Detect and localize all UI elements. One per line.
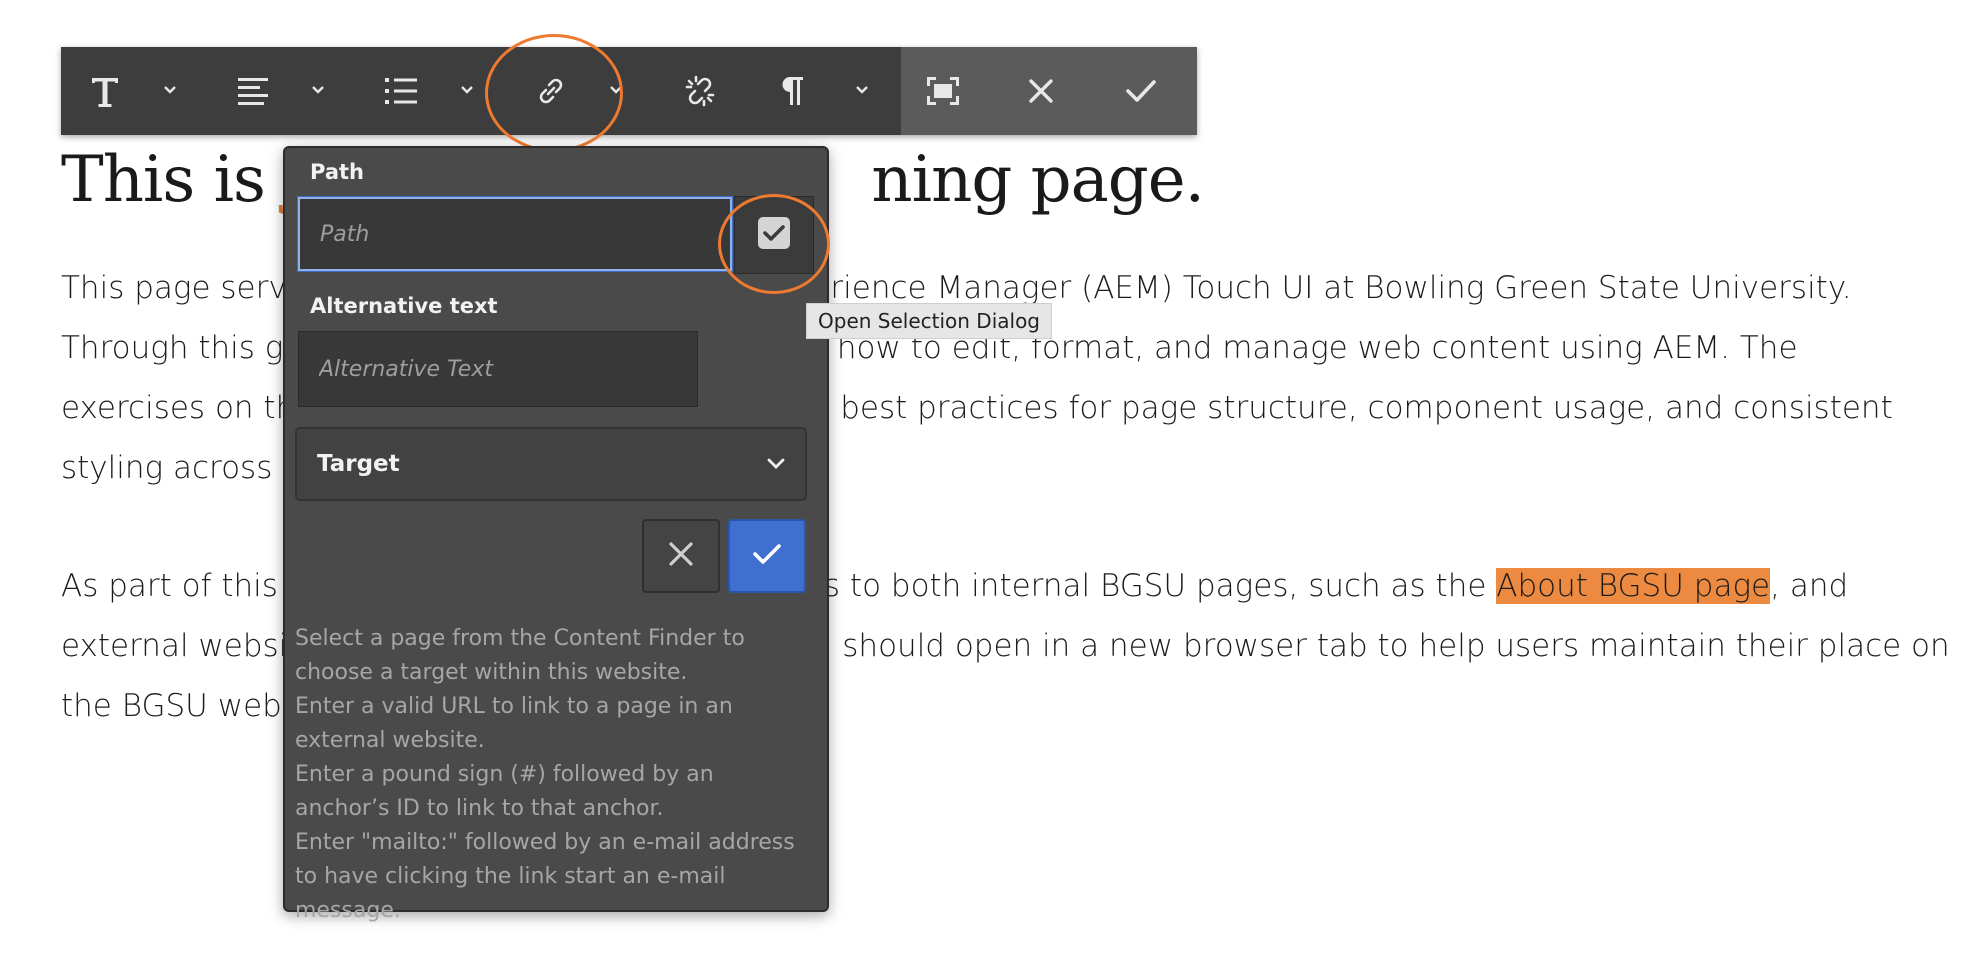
lists-button[interactable] <box>381 47 421 135</box>
link-button[interactable] <box>531 47 571 135</box>
justify-button[interactable] <box>233 47 273 135</box>
line-text: best practices for page structure, compo… <box>840 390 1893 426</box>
about-bgsu-link[interactable]: About BGSU page <box>1496 568 1771 604</box>
help-line: Enter a valid URL to link to a page in a… <box>295 694 733 753</box>
link-dialog: Path Alternative text Target Select a pa… <box>283 146 829 923</box>
line-text: As part of this <box>61 568 278 604</box>
align-left-icon <box>237 76 269 106</box>
line-text: should open in a new browser tab to help… <box>842 628 1950 664</box>
line-text: ks to both internal BGSU pages, such as … <box>805 568 1497 604</box>
path-label: Path <box>310 160 364 184</box>
line-text: external websi <box>61 628 288 664</box>
format-caret[interactable] <box>159 47 181 135</box>
line-text: This page serv <box>61 270 287 306</box>
chevron-down-icon <box>855 82 869 100</box>
checkmark-icon <box>752 542 782 570</box>
unlink-icon <box>681 72 719 110</box>
page-title-suffix: ning page. <box>871 143 1205 217</box>
chevron-down-icon <box>460 82 474 100</box>
rte-toolbar <box>61 47 1197 135</box>
alt-text-input[interactable] <box>298 331 698 407</box>
line-text: styling across <box>61 450 273 486</box>
alt-text-label: Alternative text <box>310 294 498 318</box>
cancel-button[interactable] <box>1021 47 1061 135</box>
link-help-text: Select a page from the Content Finder to… <box>295 622 815 928</box>
help-line: Enter "mailto:" followed by an e-mail ad… <box>295 830 795 923</box>
bullet-list-icon <box>384 76 418 106</box>
paragraph-caret[interactable] <box>851 47 873 135</box>
line-text: exercises on th <box>61 390 296 426</box>
paragraph-button[interactable] <box>775 47 809 135</box>
link-caret[interactable] <box>605 47 627 135</box>
help-line: Enter a pound sign (#) followed by an an… <box>295 762 714 821</box>
close-icon <box>1027 77 1055 105</box>
line-text: , and <box>1770 568 1849 604</box>
checkmark-icon <box>1125 78 1157 104</box>
open-selection-tooltip: Open Selection Dialog <box>806 303 1053 339</box>
open-selection-dialog-button[interactable] <box>734 196 814 274</box>
line-text: Experience Manager (AEM) Touch UI at Bow… <box>753 270 1852 306</box>
format-button[interactable] <box>85 47 125 135</box>
path-input[interactable] <box>298 197 732 271</box>
chevron-down-icon <box>311 82 325 100</box>
justify-caret[interactable] <box>307 47 329 135</box>
checkbox-icon <box>757 216 791 254</box>
fullscreen-icon <box>926 76 960 106</box>
chevron-down-icon <box>609 82 623 100</box>
chevron-down-icon <box>767 455 785 474</box>
lists-caret[interactable] <box>456 47 478 135</box>
line-text: the BGSU web <box>61 688 282 724</box>
target-select-label: Target <box>317 451 400 477</box>
page-title-prefix: This is <box>61 143 285 217</box>
unlink-button[interactable] <box>679 47 721 135</box>
link-icon <box>533 73 569 109</box>
dialog-cancel-button[interactable] <box>642 519 720 593</box>
chevron-down-icon <box>163 82 177 100</box>
close-icon <box>668 541 694 571</box>
text-format-icon <box>90 75 120 107</box>
target-select[interactable]: Target <box>295 427 807 501</box>
fullscreen-button[interactable] <box>923 47 963 135</box>
pilcrow-icon <box>779 75 805 107</box>
dialog-confirm-button[interactable] <box>728 519 806 593</box>
help-line: Select a page from the Content Finder to… <box>295 626 745 685</box>
line-text: Through this g <box>61 330 284 366</box>
save-button[interactable] <box>1121 47 1161 135</box>
